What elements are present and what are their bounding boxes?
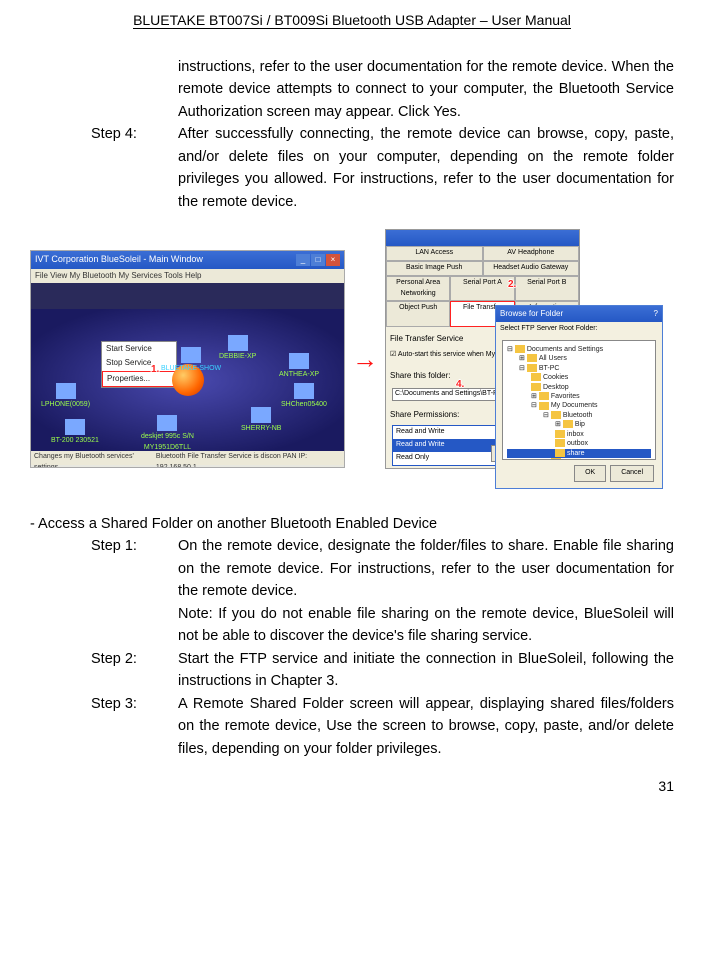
close-icon[interactable]: × bbox=[326, 254, 340, 266]
tree-item: Desktop bbox=[507, 383, 651, 392]
status-right: Bluetooth File Transfer Service is disco… bbox=[156, 452, 341, 464]
tree-item: inbox bbox=[507, 430, 651, 439]
page-number: 31 bbox=[30, 776, 674, 798]
callout-2: 2. bbox=[508, 277, 516, 293]
device-node[interactable]: ANTHEA-XP bbox=[279, 353, 319, 381]
tab-av-headphone[interactable]: AV Headphone bbox=[483, 246, 580, 261]
figure-row: IVT Corporation BlueSoleil - Main Window… bbox=[30, 229, 674, 489]
section-2-title: - Access a Shared Folder on another Blue… bbox=[30, 513, 674, 535]
device-node[interactable]: SHERRY-NB bbox=[241, 407, 281, 435]
cancel-button[interactable]: Cancel bbox=[610, 465, 654, 482]
step-2-label: Step 2: bbox=[30, 648, 178, 693]
intro-text: instructions, refer to the user document… bbox=[178, 56, 674, 123]
step-1-block: Step 1: On the remote device, designate … bbox=[30, 535, 674, 647]
figure-2-wrap: LAN Access AV Headphone Basic Image Push… bbox=[385, 229, 665, 489]
tree-item-selected: share bbox=[507, 449, 651, 458]
device-node[interactable]: LPHONE(0059) bbox=[41, 383, 90, 411]
step-1-note: Note: If you do not enable file sharing … bbox=[178, 606, 674, 644]
device-node[interactable]: deskjet 995c S/NMY1951D6TLL bbox=[141, 415, 194, 454]
tab-serial-b[interactable]: Serial Port B bbox=[515, 276, 579, 302]
window-controls: _ □ × bbox=[296, 254, 340, 266]
fig1-toolbar[interactable] bbox=[31, 283, 344, 309]
tab-object-push[interactable]: Object Push bbox=[386, 301, 450, 327]
device-node[interactable]: BLUETAKE-SHOW bbox=[161, 347, 221, 375]
tree-item: Cookies bbox=[507, 373, 651, 382]
tree-item: ⊟ Bluetooth bbox=[507, 411, 651, 420]
tree-item: ⊞ Bip bbox=[507, 420, 651, 429]
tab-pan[interactable]: Personal Area Networking bbox=[386, 276, 450, 302]
device-node[interactable]: SHChen05400 bbox=[281, 383, 327, 411]
tree-item: ⊞ All Users bbox=[507, 354, 651, 363]
tab-serial-a[interactable]: Serial Port A bbox=[450, 276, 514, 302]
step-2-text: Start the FTP service and initiate the c… bbox=[178, 648, 674, 693]
tab-lan-access[interactable]: LAN Access bbox=[386, 246, 483, 261]
minimize-icon[interactable]: _ bbox=[296, 254, 310, 266]
step-3-text: A Remote Shared Folder screen will appea… bbox=[178, 693, 674, 760]
step-3-label: Step 3: bbox=[30, 693, 178, 760]
fig1-menubar[interactable]: File View My Bluetooth My Services Tools… bbox=[31, 269, 344, 283]
tree-item: ⊟ My Documents bbox=[507, 401, 651, 410]
fig2b-title-text: Browse for Folder bbox=[500, 308, 563, 320]
tab-basic-image-push[interactable]: Basic Image Push bbox=[386, 261, 483, 276]
tree-item: ⊞ My Music bbox=[507, 458, 651, 460]
step-4-label: Step 4: bbox=[30, 123, 178, 213]
tab-headset-audio-gateway[interactable]: Headset Audio Gateway bbox=[483, 261, 580, 276]
step-1-text: On the remote device, designate the fold… bbox=[178, 535, 674, 647]
step-4-text: After successfully connecting, the remot… bbox=[178, 123, 674, 213]
fig2a-titlebar bbox=[386, 230, 579, 246]
tree-item: ⊟ BT-PC bbox=[507, 364, 651, 373]
device-node[interactable]: DEBBIE-XP bbox=[219, 335, 256, 363]
tree-item: ⊞ Favorites bbox=[507, 392, 651, 401]
header-title: BLUETAKE BT007Si / BT009Si Bluetooth USB… bbox=[133, 12, 571, 29]
device-node[interactable]: BT-200 230521 bbox=[51, 419, 99, 447]
step-2-block: Step 2: Start the FTP service and initia… bbox=[30, 648, 674, 693]
maximize-icon[interactable]: □ bbox=[311, 254, 325, 266]
help-icon[interactable]: ? bbox=[654, 308, 658, 320]
callout-4: 4. bbox=[456, 377, 464, 393]
ok-button[interactable]: OK bbox=[574, 465, 606, 482]
callout-1: 1. bbox=[151, 362, 159, 378]
fig2b-subtitle: Select FTP Server Root Folder: bbox=[496, 322, 662, 337]
step-3-block: Step 3: A Remote Shared Folder screen wi… bbox=[30, 693, 674, 760]
step-4-block: Step 4: After successfully connecting, t… bbox=[30, 123, 674, 213]
folder-tree[interactable]: ⊟ Documents and Settings ⊞ All Users ⊟ B… bbox=[502, 340, 656, 460]
page-header: BLUETAKE BT007Si / BT009Si Bluetooth USB… bbox=[30, 10, 674, 32]
tree-item: outbox bbox=[507, 439, 651, 448]
fig2b-titlebar: Browse for Folder ? bbox=[496, 306, 662, 322]
browse-for-folder-dialog: Browse for Folder ? Select FTP Server Ro… bbox=[495, 305, 663, 489]
fig1-canvas: Start Service Stop Service Properties...… bbox=[31, 309, 344, 451]
fig1-window-title: IVT Corporation BlueSoleil - Main Window bbox=[35, 253, 203, 267]
fig1-titlebar: IVT Corporation BlueSoleil - Main Window… bbox=[31, 251, 344, 269]
tree-item: ⊟ Documents and Settings bbox=[507, 345, 651, 354]
step-1-label: Step 1: bbox=[30, 535, 178, 647]
status-left: Changes my Bluetooth services' settings. bbox=[34, 452, 156, 464]
arrow-right-icon: → bbox=[351, 346, 379, 372]
figure-1-bluesoleil-window: IVT Corporation BlueSoleil - Main Window… bbox=[30, 250, 345, 468]
